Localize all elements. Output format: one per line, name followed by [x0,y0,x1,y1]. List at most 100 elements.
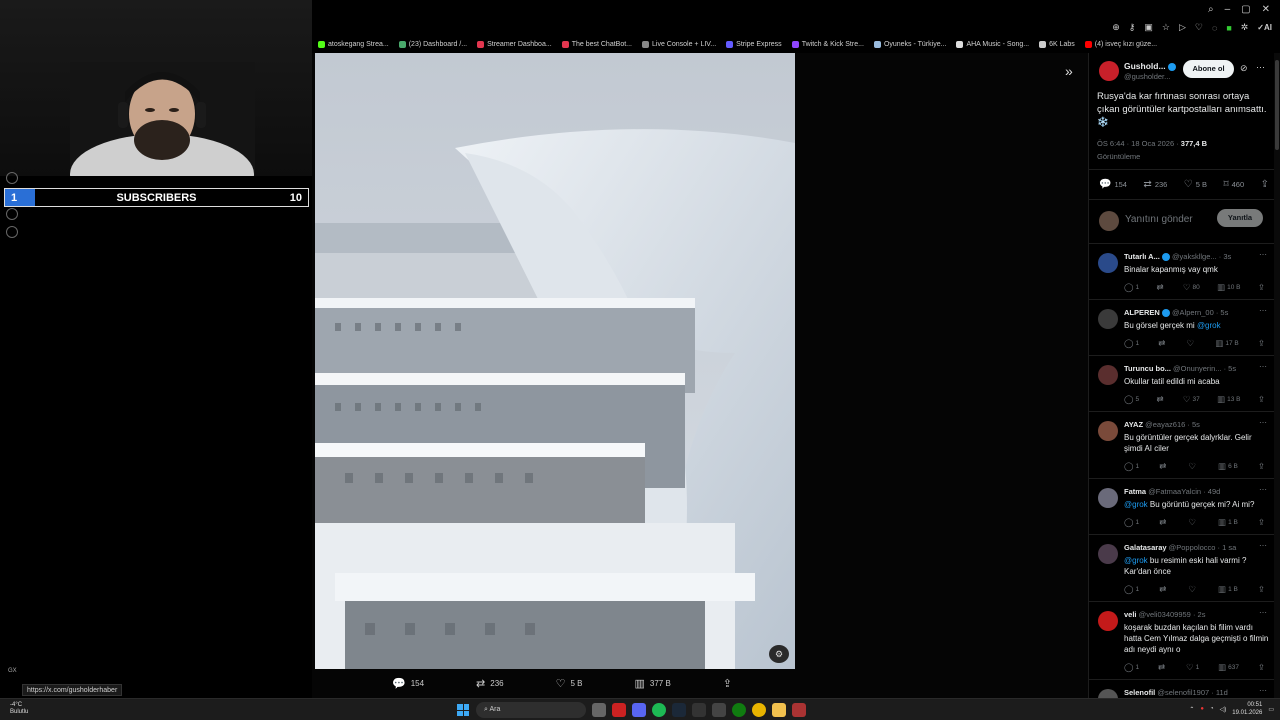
settings-icon[interactable] [6,226,18,238]
comment-views-button[interactable]: ▥ 637 [1218,662,1239,673]
opera-icon[interactable] [612,703,626,717]
media-views-button[interactable]: ▥ 377 B [634,677,670,690]
comment-avatar[interactable] [1098,253,1118,273]
bookmark-item[interactable]: AHA Music - Song... [956,41,1029,48]
mention-link[interactable]: @grok [1124,556,1148,565]
more-icon[interactable]: ⋯ [1259,686,1267,695]
comment-like-button[interactable]: ♡ 1 [1186,662,1199,673]
file-icon[interactable] [592,703,606,717]
comment-share-button[interactable]: ⇪ [1258,662,1265,673]
zoom-icon[interactable]: ⊕ [1112,22,1120,33]
search-icon[interactable]: ⌕ [1208,4,1214,15]
more-icon[interactable]: ⋯ [1259,250,1267,259]
comment-author[interactable]: ALPEREN [1124,308,1160,317]
comment-like-button[interactable]: ♡ [1188,517,1198,528]
comment-repost-button[interactable]: ⇄ [1156,282,1165,293]
bookmark-item[interactable]: (23) Dashboard /... [398,41,467,48]
author-avatar[interactable] [1099,61,1119,81]
reply-submit-button[interactable]: Yanıtla [1217,209,1263,227]
key-icon[interactable]: ⚷ [1129,22,1136,33]
comment-share-button[interactable]: ⇪ [1258,584,1265,595]
clock[interactable]: 00:51 19.01.2026 [1232,701,1262,717]
xbox-icon[interactable] [732,703,746,717]
author-handle[interactable]: @gusholder... [1124,72,1170,81]
bookmark-item[interactable]: Twitch & Kick Stre... [791,41,864,48]
grok-icon[interactable]: ⊘ [1240,63,1248,74]
extension-green-icon[interactable]: ■ [1226,23,1231,33]
bookmark-item[interactable]: atoskegang Strea... [318,41,389,48]
follow-button[interactable]: Abone ol [1183,60,1234,78]
comment-item[interactable]: veli @veli03409959 · 2s ⋯ koşarak buzdan k… [1089,602,1274,681]
more-icon[interactable]: ⋯ [1259,608,1267,617]
like-button[interactable]: ♡ 5 B [1184,179,1207,190]
comment-views-button[interactable]: ▥ 1 B [1218,584,1238,595]
author-name[interactable]: Gushold... [1124,61,1176,71]
mic-icon[interactable]: ● [1200,706,1204,712]
weather-widget[interactable]: -4°C Bulutlu [10,702,28,716]
media-like-button[interactable]: ♡ 5 B [556,677,583,690]
comment-author[interactable]: Selenofil [1124,688,1155,697]
comment-avatar[interactable] [1098,544,1118,565]
comment-avatar[interactable] [1098,421,1118,442]
comment-like-button[interactable]: ♡ [1188,584,1198,595]
mention-link[interactable]: @grok [1124,500,1148,509]
comment-share-button[interactable]: ⇪ [1258,517,1265,528]
more-icon[interactable]: ⋯ [1256,62,1265,73]
comment-repost-button[interactable]: ⇄ [1159,584,1168,595]
app-icon[interactable] [712,703,726,717]
comment-like-button[interactable]: ♡ 37 [1183,394,1200,405]
comment-views-button[interactable]: ▥ 13 B [1217,394,1240,405]
comment-avatar[interactable] [1098,488,1118,509]
steam-icon[interactable] [672,703,686,717]
heart-icon[interactable]: ♡ [1195,22,1203,33]
comment-handle[interactable]: @eayaz616 [1145,420,1185,429]
refresh-icon[interactable] [6,208,18,220]
comment-like-button[interactable]: ♡ 80 [1183,282,1200,293]
discord-icon[interactable] [632,703,646,717]
media-share-button[interactable]: ⇪ [723,677,732,690]
comment-reply-button[interactable]: ◯ 1 [1124,584,1139,595]
comment-avatar[interactable] [1098,689,1118,698]
comment-reply-button[interactable]: ◯ 1 [1124,662,1139,673]
comment-item[interactable]: Galatasaray @Poppolocco · 1 sa ⋯ @grok bu … [1089,535,1274,603]
comment-item[interactable]: Fatma @FatmaaYalcin · 49d ⋯ @grok Bu görün… [1089,479,1274,536]
comment-item[interactable]: AYAZ @eayaz616 · 5s ⋯ Bu görüntüler gerçek… [1089,412,1274,480]
reply-input[interactable]: Yanıtını gönder [1125,214,1193,225]
chat-icon[interactable]: ◌ [1212,23,1217,33]
comment-reply-button[interactable]: ◯ 1 [1124,517,1139,528]
start-button[interactable] [457,704,469,716]
media-repost-button[interactable]: ⇄ 236 [476,677,504,690]
bookmark-item[interactable]: Stripe Express [726,41,782,48]
comment-handle[interactable]: @Poppolocco [1169,543,1216,552]
screenshot-icon[interactable]: ▣ [1144,22,1153,33]
notification-icon[interactable]: ▭ [1268,706,1274,713]
more-icon[interactable]: ⋯ [1259,306,1267,315]
bookmark-item[interactable]: Streamer Dashboa... [477,41,552,48]
minimize-icon[interactable]: – [1225,4,1231,15]
comment-avatar[interactable] [1098,309,1118,330]
comment-repost-button[interactable]: ⇄ [1156,394,1165,405]
post-image[interactable] [315,53,795,669]
comment-item[interactable]: Selenofil @selenofil1907 · 11d⋯◯⇄♡▥⇪ [1089,680,1274,698]
more-icon[interactable]: ⋯ [1259,541,1267,550]
comment-author[interactable]: Turuncu bo... [1124,364,1171,373]
spotify-icon[interactable] [652,703,666,717]
comment-avatar[interactable] [1098,365,1118,386]
bookmark-item[interactable]: 6K Labs [1039,41,1075,48]
reply-button[interactable]: 💬 154 [1099,179,1127,190]
comment-views-button[interactable]: ▥ 1 B [1218,517,1238,528]
bookmark-button[interactable]: ⌑ 460 [1223,179,1244,190]
bookmark-item[interactable]: Oyuneks - Türkiye... [873,41,946,48]
comment-share-button[interactable]: ⇪ [1258,461,1265,472]
puzzle-icon[interactable]: ✲ [1241,22,1249,33]
comment-author[interactable]: veli [1124,610,1137,619]
comment-repost-button[interactable]: ⇄ [1158,338,1167,349]
close-icon[interactable]: ✕ [1262,4,1270,15]
more-icon[interactable]: ⋯ [1259,485,1267,494]
bookmark-item[interactable]: (4) isveç kızı güze... [1084,41,1157,48]
comment-views-button[interactable]: ▥ 10 B [1217,282,1240,293]
volume-icon[interactable]: ◁) [1220,706,1227,713]
comment-author[interactable]: AYAZ [1124,420,1143,429]
bookmark-icon[interactable]: ☆ [1162,22,1170,33]
chrome-icon[interactable] [752,703,766,717]
